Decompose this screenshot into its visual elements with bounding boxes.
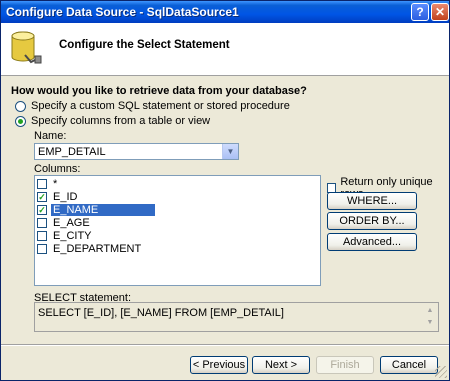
table-name-value: EMP_DETAIL [38,146,106,158]
custom-sql-option[interactable]: Specify a custom SQL statement or stored… [15,100,290,112]
columns-list[interactable]: * ✓ E_ID ✓ E_NAME E_AGE E_CITY E_DEPARTM… [34,175,321,286]
footer-divider [1,344,449,346]
column-item[interactable]: E_CITY [37,229,94,242]
select-statement-text: SELECT [E_ID], [E_NAME] FROM [EMP_DETAIL… [38,307,284,319]
close-icon: ✕ [434,5,446,19]
column-item[interactable]: ✓ E_NAME [37,203,155,216]
column-label: E_ID [53,190,78,203]
column-item[interactable]: E_AGE [37,216,92,229]
wizard-header: Configure the Select Statement [1,23,449,76]
finish-button: Finish [316,356,374,374]
custom-sql-radio[interactable] [15,100,26,112]
table-name-dropdown[interactable]: EMP_DETAIL ▼ [34,143,239,160]
help-button[interactable]: ? [411,3,429,21]
order-by-button[interactable]: ORDER BY... [327,212,417,230]
where-button[interactable]: WHERE... [327,192,417,210]
column-checkbox[interactable]: ✓ [37,191,47,202]
column-checkbox[interactable] [37,230,47,241]
previous-button[interactable]: < Previous [190,356,248,374]
next-button[interactable]: Next > [252,356,310,374]
columns-label: Columns: [34,163,81,175]
retrieval-question: How would you like to retrieve data from… [11,85,307,97]
resize-grip-icon[interactable] [435,366,447,378]
column-checkbox[interactable]: ✓ [37,204,47,215]
column-item[interactable]: * [37,177,59,190]
database-icon [11,31,42,64]
advanced-button[interactable]: Advanced... [327,233,417,251]
column-label: E_NAME [51,203,155,216]
table-view-label: Specify columns from a table or view [31,115,211,127]
column-item[interactable]: ✓ E_ID [37,190,79,203]
column-label: E_AGE [53,216,90,229]
column-checkbox[interactable] [37,217,47,228]
column-label: E_CITY [53,229,92,242]
table-view-radio[interactable] [15,115,26,127]
page-title: Configure the Select Statement [59,39,230,51]
cancel-button[interactable]: Cancel [380,356,438,374]
name-label: Name: [34,130,67,142]
custom-sql-label: Specify a custom SQL statement or stored… [31,100,290,112]
configure-data-source-dialog: Configure Data Source - SqlDataSource1 ?… [0,0,450,381]
chevron-down-icon[interactable]: ▼ [222,144,238,159]
column-checkbox[interactable] [37,178,47,189]
title-bar[interactable]: Configure Data Source - SqlDataSource1 ?… [1,1,449,23]
column-label: * [53,177,58,190]
column-checkbox[interactable] [37,243,47,254]
column-item[interactable]: E_DEPARTMENT [37,242,143,255]
column-label: E_DEPARTMENT [53,242,142,255]
window-title: Configure Data Source - SqlDataSource1 [6,5,239,19]
close-button[interactable]: ✕ [431,3,449,21]
select-statement-box: SELECT [E_ID], [E_NAME] FROM [EMP_DETAIL… [34,302,439,332]
table-view-option[interactable]: Specify columns from a table or view [15,115,210,127]
scroll-arrows-icon: ▲ ▼ [426,307,434,326]
question-mark-icon: ? [416,5,424,19]
